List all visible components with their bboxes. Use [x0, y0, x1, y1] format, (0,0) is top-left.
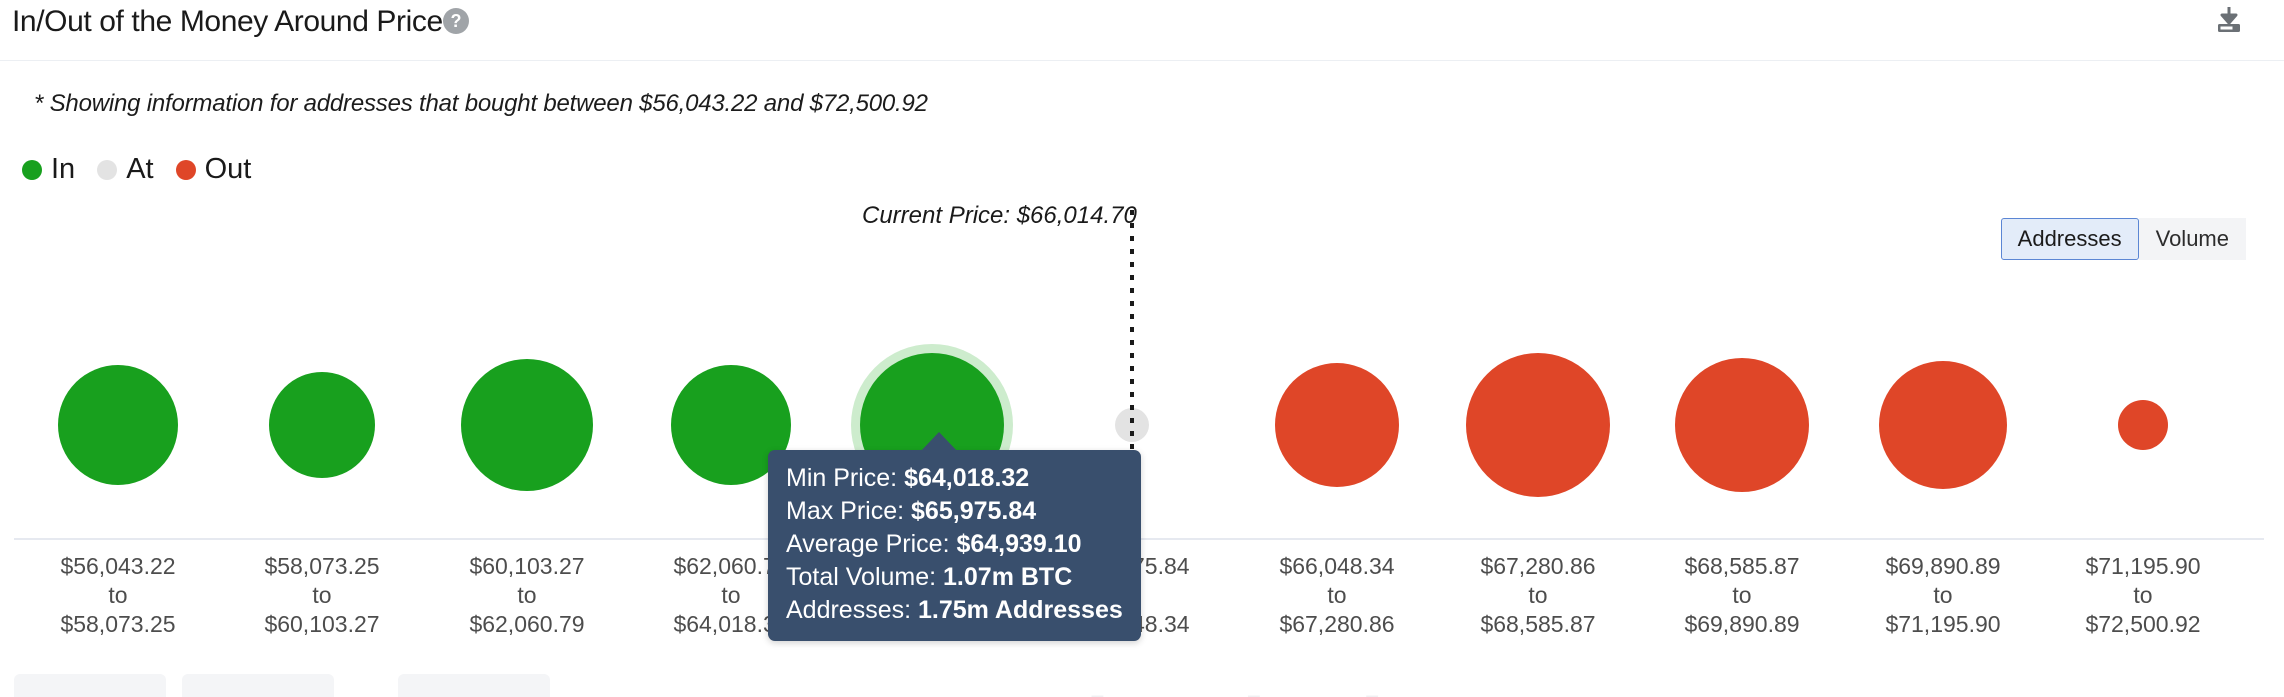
x-axis-label-from: $66,048.34: [1279, 553, 1395, 579]
bubble-in-0[interactable]: [58, 365, 178, 485]
tooltip-row-addresses: Addresses: 1.75m Addresses: [786, 594, 1123, 627]
x-axis-label-7: $67,280.86 to $68,585.87: [1428, 552, 1648, 639]
tooltip-key-min-price: Min Price:: [786, 464, 905, 492]
x-axis-label-separator: to: [2133, 582, 2153, 608]
x-axis-label-10: $71,195.90 to $72,500.92: [2033, 552, 2253, 639]
legend-label-in: In: [51, 153, 76, 185]
chart-widget: In/Out of the Money Around Price ? * Sho…: [0, 0, 2284, 697]
x-axis-label-to: $71,195.90: [1885, 611, 2001, 637]
bubble-tooltip: Min Price: $64,018.32 Max Price: $65,975…: [768, 450, 1141, 641]
chart-legend: In At Out: [22, 155, 273, 184]
x-axis-label-separator: to: [517, 582, 537, 608]
x-axis-label-from: $58,073.25: [264, 553, 380, 579]
bubble-chart: TheBlock Current Price: $66,014.70: [0, 202, 2284, 697]
x-axis-label-separator: to: [312, 582, 332, 608]
tooltip-value-average-price: $64,939.10: [956, 530, 1082, 558]
x-axis-label-6: $66,048.34 to $67,280.86: [1227, 552, 1447, 639]
legend-item-at[interactable]: At: [97, 153, 154, 185]
legend-label-at: At: [126, 153, 154, 185]
bubble-in-1[interactable]: [269, 372, 375, 478]
bubble-out-6[interactable]: [1275, 363, 1399, 487]
tooltip-row-max-price: Max Price: $65,975.84: [786, 495, 1123, 528]
current-price-label: Current Price: $66,014.70: [862, 202, 1137, 229]
bottom-partial-strip: [0, 660, 2284, 697]
legend-dot-out-icon: [175, 159, 196, 180]
x-axis-labels: $56,043.22 to $58,073.25 $58,073.25 to $60,10…: [0, 552, 2284, 662]
x-axis-label-separator: to: [1528, 582, 1548, 608]
x-axis-label-2: $60,103.27 to $62,060.79: [417, 552, 637, 639]
legend-dot-at-icon: [97, 159, 118, 180]
bottom-chip: [14, 674, 166, 697]
x-axis-label-from: $67,280.86: [1480, 553, 1596, 579]
download-icon[interactable]: [2212, 5, 2246, 35]
legend-dot-in-icon: [22, 159, 42, 180]
x-axis-label-from: $71,195.90: [2085, 553, 2201, 579]
x-axis-label-to: $69,890.89: [1684, 611, 1800, 637]
chart-subtitle: * Showing information for addresses that…: [34, 90, 928, 117]
x-axis-label-to: $72,500.92: [2085, 611, 2201, 637]
bottom-chip: [398, 674, 550, 697]
tooltip-value-addresses: 1.75m Addresses: [918, 596, 1123, 624]
x-axis-label-to: $58,073.25: [60, 611, 176, 637]
tooltip-row-min-price: Min Price: $64,018.32: [786, 462, 1123, 495]
legend-label-out: Out: [204, 153, 252, 185]
tooltip-value-total-volume: 1.07m BTC: [943, 563, 1073, 591]
help-circle-icon[interactable]: ?: [443, 8, 469, 34]
tooltip-key-max-price: Max Price:: [786, 497, 912, 525]
x-axis-label-from: $56,043.22: [60, 553, 176, 579]
x-axis-label-separator: to: [108, 582, 128, 608]
x-axis-label-from: $60,103.27: [469, 553, 585, 579]
x-axis-label-separator: to: [1933, 582, 1953, 608]
tooltip-arrow-icon: [920, 432, 958, 452]
bubble-in-2[interactable]: [461, 359, 593, 491]
x-axis-label-separator: to: [1327, 582, 1347, 608]
bubble-out-8[interactable]: [1675, 358, 1809, 492]
x-axis-label-9: $69,890.89 to $71,195.90: [1833, 552, 2053, 639]
tooltip-key-average-price: Average Price:: [786, 530, 957, 558]
page-title: In/Out of the Money Around Price: [12, 5, 443, 38]
x-axis-label-to: $67,280.86: [1279, 611, 1395, 637]
x-axis-label-from: $69,890.89: [1885, 553, 2001, 579]
x-axis-label-from: $68,585.87: [1684, 553, 1800, 579]
widget-header: In/Out of the Money Around Price ?: [0, 0, 2284, 61]
tooltip-key-addresses: Addresses:: [786, 596, 919, 624]
x-axis-label-to: $62,060.79: [469, 611, 585, 637]
tooltip-row-total-volume: Total Volume: 1.07m BTC: [786, 561, 1123, 594]
tooltip-value-min-price: $64,018.32: [904, 464, 1030, 492]
legend-item-in[interactable]: In: [22, 155, 75, 184]
x-axis-label-to: $68,585.87: [1480, 611, 1596, 637]
bubble-out-7[interactable]: [1466, 353, 1610, 497]
x-axis-label-0: $56,043.22 to $58,073.25: [8, 552, 228, 639]
bottom-chip: [182, 674, 334, 697]
legend-item-out[interactable]: Out: [175, 153, 252, 185]
x-axis-label-separator: to: [1732, 582, 1752, 608]
tooltip-value-max-price: $65,975.84: [911, 497, 1037, 525]
tooltip-row-average-price: Average Price: $64,939.10: [786, 528, 1123, 561]
bubble-out-10[interactable]: [2118, 400, 2168, 450]
x-axis-label-1: $58,073.25 to $60,103.27: [212, 552, 432, 639]
bubble-out-9[interactable]: [1879, 361, 2007, 489]
tooltip-key-total-volume: Total Volume:: [786, 563, 944, 591]
x-axis-label-to: $60,103.27: [264, 611, 380, 637]
x-axis-label-8: $68,585.87 to $69,890.89: [1632, 552, 1852, 639]
